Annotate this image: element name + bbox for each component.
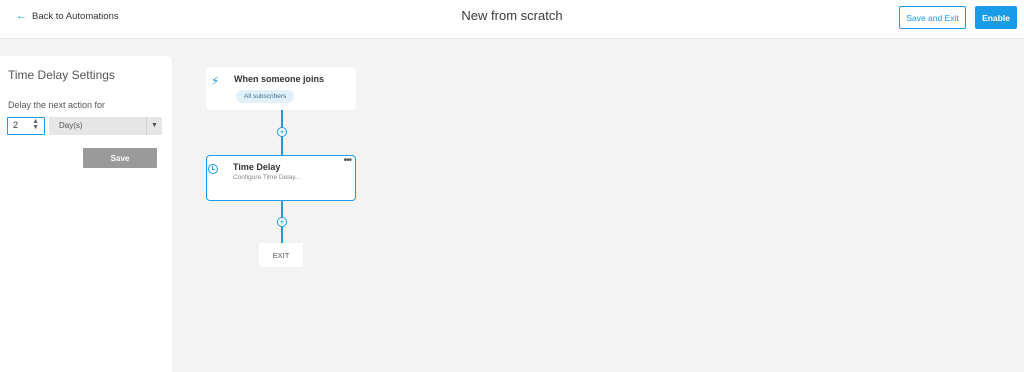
add-step-plus-icon[interactable]: + bbox=[277, 217, 287, 227]
stepper-icon[interactable]: ▲ ▼ bbox=[32, 118, 39, 131]
panel-title: Time Delay Settings bbox=[8, 68, 115, 82]
delay-node-title: Time Delay bbox=[233, 162, 281, 172]
delay-amount-input[interactable]: 2 ▲ ▼ bbox=[7, 117, 45, 135]
clock-icon bbox=[208, 164, 218, 174]
time-delay-settings-panel: Time Delay Settings Delay the next actio… bbox=[0, 56, 172, 372]
exit-node: EXIT bbox=[259, 243, 303, 267]
trigger-node[interactable]: ⚡︎ When someone joins All subscribers bbox=[206, 67, 356, 110]
page-title: New from scratch bbox=[461, 8, 563, 23]
save-button[interactable]: Save bbox=[83, 148, 157, 168]
lightning-icon: ⚡︎ bbox=[211, 74, 220, 88]
more-dots-icon[interactable]: ••• bbox=[343, 155, 351, 166]
chevron-down-icon: ▼ bbox=[146, 117, 162, 135]
add-step-plus-icon[interactable]: + bbox=[277, 127, 287, 137]
enable-button[interactable]: Enable bbox=[975, 6, 1017, 29]
delay-unit-select[interactable]: Day(s) ▼ bbox=[49, 117, 162, 135]
delay-label: Delay the next action for bbox=[8, 100, 106, 110]
delay-amount-value: 2 bbox=[13, 120, 19, 130]
time-delay-node[interactable]: Time Delay Configure Time Delay... ••• bbox=[206, 155, 356, 201]
top-bar: ← Back to Automations New from scratch S… bbox=[0, 0, 1024, 39]
trigger-title: When someone joins bbox=[234, 74, 325, 84]
segment-pill[interactable]: All subscribers bbox=[236, 90, 295, 103]
delay-unit-value: Day(s) bbox=[59, 121, 83, 130]
save-and-exit-button[interactable]: Save and Exit bbox=[899, 6, 966, 29]
delay-node-subtitle: Configure Time Delay... bbox=[233, 174, 301, 181]
